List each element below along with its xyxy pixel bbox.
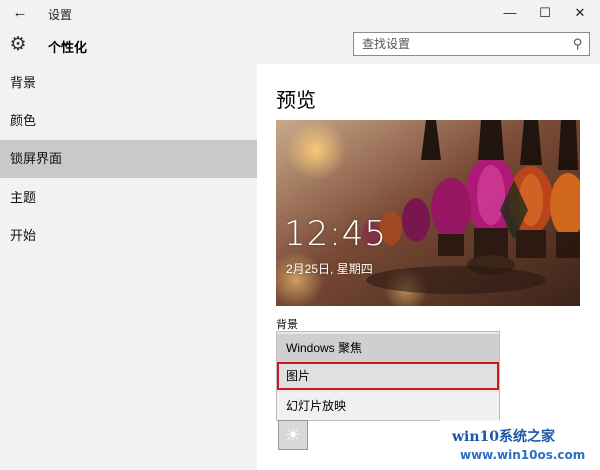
window-title: 设置	[48, 8, 73, 22]
sidebar-item-start[interactable]: 开始	[0, 217, 257, 255]
search-icon[interactable]: ⚲	[573, 36, 583, 52]
background-label: 背景	[276, 319, 298, 331]
title-bar: ← 设置 — ☐ ✕	[0, 0, 600, 26]
page-title: 个性化	[48, 40, 88, 55]
search-input[interactable]	[354, 33, 572, 55]
minimize-button[interactable]: —	[492, 0, 528, 26]
gear-icon: ⚙	[9, 34, 27, 55]
sidebar-item-lock-screen[interactable]: 锁屏界面	[0, 140, 257, 178]
back-arrow-icon[interactable]: ←	[8, 4, 32, 22]
watermark-title: win10系统之家	[452, 429, 556, 445]
sidebar-item-themes[interactable]: 主题	[0, 179, 257, 217]
picture-thumbnail[interactable]: ☀	[278, 420, 308, 450]
preview-clock: 12:45	[284, 214, 387, 254]
option-windows-spotlight[interactable]: Windows 聚焦	[277, 334, 499, 362]
background-dropdown[interactable]: Windows 聚焦 图片 幻灯片放映	[276, 331, 500, 421]
sun-icon: ☀	[284, 425, 302, 445]
preview-date: 2月25日, 星期四	[286, 262, 373, 276]
sidebar-item-colors[interactable]: 颜色	[0, 102, 257, 140]
close-button[interactable]: ✕	[562, 0, 598, 26]
watermark-url: www.win10os.com	[460, 448, 586, 462]
option-picture[interactable]: 图片	[277, 362, 499, 390]
page-header: ⚙ 个性化 ⚲	[0, 26, 600, 64]
section-title: 预览	[276, 90, 316, 112]
lantern-photo	[276, 120, 580, 306]
main-content: 预览 12:45 2月25日, 星期四 背景 Windows 聚焦 图片 幻灯片…	[257, 64, 600, 470]
sidebar: 背景 颜色 锁屏界面 主题 开始	[0, 64, 257, 470]
lock-screen-preview: 12:45 2月25日, 星期四	[276, 120, 580, 306]
watermark: win10系统之家 www.win10os.com	[440, 420, 600, 470]
maximize-button[interactable]: ☐	[527, 0, 563, 26]
option-slideshow[interactable]: 幻灯片放映	[277, 392, 499, 420]
search-box[interactable]: ⚲	[353, 32, 590, 56]
sidebar-item-background[interactable]: 背景	[0, 64, 257, 102]
